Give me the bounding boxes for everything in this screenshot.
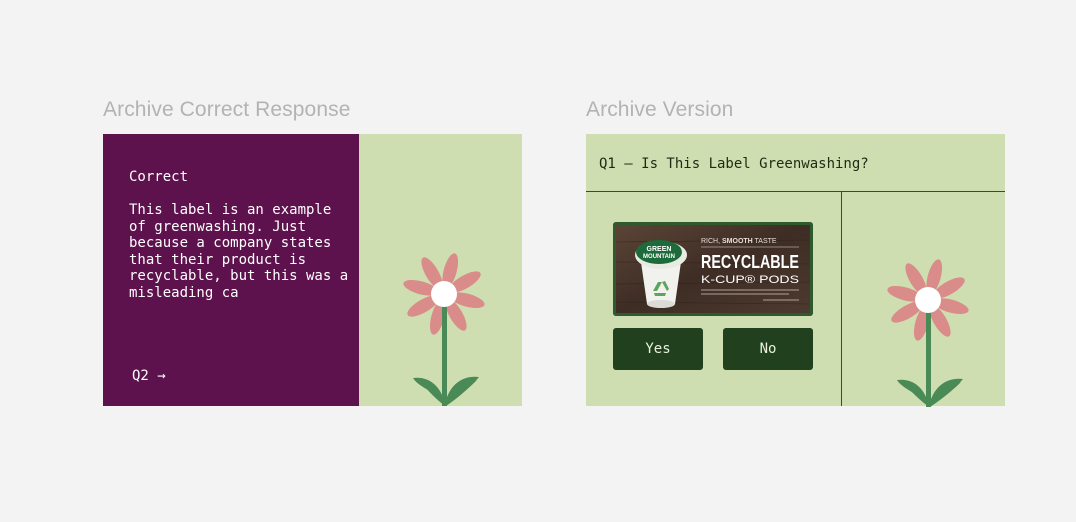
svg-text:RICH, SMOOTH TASTE: RICH, SMOOTH TASTE bbox=[701, 238, 777, 245]
question-frame: Q1 – Is This Label Greenwashing? GREEN M… bbox=[586, 134, 1005, 407]
flower-illustration bbox=[887, 259, 969, 407]
question-text: Q1 – Is This Label Greenwashing? bbox=[599, 156, 869, 172]
product-label-image: GREEN MOUNTAIN RICH, SMOOTH TASTE RECYCL… bbox=[613, 222, 813, 316]
feedback-panel: Correct This label is an example of gree… bbox=[103, 134, 359, 406]
tagline-part-2: SMOOTH bbox=[722, 238, 753, 245]
tagline-part-1: RICH, bbox=[701, 238, 722, 245]
divider bbox=[841, 192, 842, 406]
label-headline: RECYCLABLE bbox=[701, 252, 799, 272]
yes-button[interactable]: Yes bbox=[613, 328, 703, 370]
brand-line-2: MOUNTAIN bbox=[643, 254, 675, 260]
tagline-part-3: TASTE bbox=[753, 238, 777, 245]
frame-title-archive-version: Archive Version bbox=[586, 98, 734, 121]
frame-title-correct-response: Archive Correct Response bbox=[103, 98, 351, 121]
no-button[interactable]: No bbox=[723, 328, 813, 370]
correct-response-frame: Correct This label is an example of gree… bbox=[103, 134, 522, 406]
feedback-heading: Correct bbox=[129, 169, 189, 185]
feedback-text: This label is an example of greenwashing… bbox=[129, 202, 349, 301]
brand-line-1: GREEN bbox=[647, 246, 672, 253]
label-subline: K-CUP® PODS bbox=[701, 274, 799, 286]
next-question-button[interactable]: Q2 → bbox=[132, 368, 166, 384]
question-bar: Q1 – Is This Label Greenwashing? bbox=[586, 134, 1005, 192]
flower-illustration bbox=[403, 253, 485, 406]
